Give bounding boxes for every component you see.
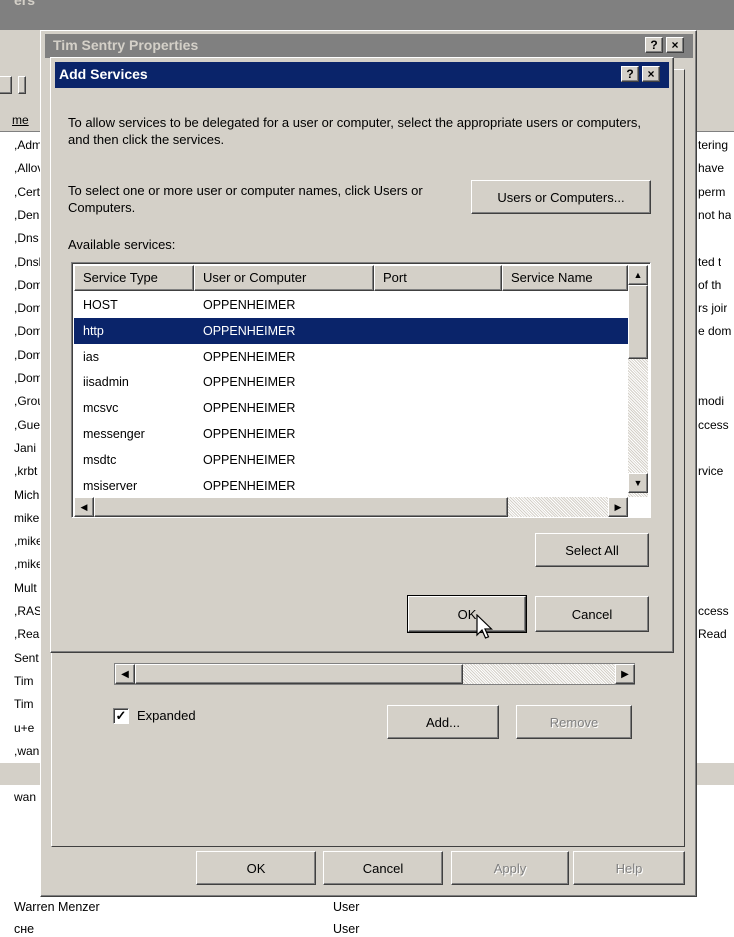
services-listview[interactable]: Service Type User or Computer Port Service … bbox=[71, 262, 651, 518]
add-services-help-button[interactable]: ? bbox=[621, 66, 639, 82]
vscroll-down-button[interactable]: ▼ bbox=[628, 473, 648, 493]
select-all-button[interactable]: Select All bbox=[535, 533, 649, 567]
available-services-label: Available services: bbox=[68, 237, 176, 252]
scroll-track[interactable] bbox=[463, 664, 615, 684]
background-description-cell: ccess bbox=[698, 417, 729, 432]
toolbar-export-icon[interactable] bbox=[18, 76, 26, 94]
background-description-cell: rvice bbox=[698, 464, 724, 479]
service-cell-type: ias bbox=[83, 349, 99, 364]
service-cell-computer: OPPENHEIMER bbox=[203, 349, 296, 364]
background-description-column: tering have perm not ha ted t of th rs joir e d… bbox=[698, 134, 734, 734]
users-or-computers-button[interactable]: Users or Computers... bbox=[471, 180, 651, 214]
properties-ok-button[interactable]: OK bbox=[196, 851, 316, 885]
service-cell-computer: OPPENHEIMER bbox=[203, 323, 296, 338]
vscroll-up-button[interactable]: ▲ bbox=[628, 265, 648, 285]
background-description-cell: ccess bbox=[698, 604, 729, 618]
background-bottom-row-type: User bbox=[333, 900, 360, 914]
services-column-header[interactable]: User or Computer bbox=[194, 265, 374, 291]
properties-close-button[interactable]: × bbox=[666, 37, 684, 53]
service-row[interactable]: HOST OPPENHEIMER bbox=[74, 292, 628, 318]
service-cell-computer: OPPENHEIMER bbox=[203, 478, 296, 493]
service-row[interactable]: messenger OPPENHEIMER bbox=[74, 421, 628, 447]
hscroll-left-button[interactable]: ◀ bbox=[74, 497, 94, 517]
properties-title: Tim Sentry Properties bbox=[53, 37, 199, 53]
service-cell-type: msdtc bbox=[83, 452, 117, 467]
service-row[interactable]: ias OPPENHEIMER bbox=[74, 344, 628, 370]
service-cell-computer: OPPENHEIMER bbox=[203, 401, 296, 416]
column-name-header[interactable]: me bbox=[12, 113, 29, 127]
expanded-label: Expanded bbox=[137, 708, 196, 723]
add-services-close-button[interactable]: × bbox=[642, 66, 660, 82]
select-text: To select one or more user or computer n… bbox=[68, 183, 423, 215]
background-description-cell: not ha bbox=[698, 207, 732, 222]
properties-help-footer-button[interactable]: Help bbox=[573, 851, 685, 885]
service-cell-computer: OPPENHEIMER bbox=[203, 375, 296, 390]
background-titlebar: ers bbox=[0, 0, 734, 30]
services-rows: HOST OPPENHEIMER http OPPENHEIMER ias OPPENHE… bbox=[74, 292, 628, 500]
intro-text: To allow services to be delegated for a … bbox=[68, 115, 642, 147]
services-hscrollbar[interactable]: ◀ ▶ bbox=[74, 497, 628, 517]
service-cell-type: iisadmin bbox=[83, 375, 129, 390]
service-row[interactable]: http OPPENHEIMER bbox=[74, 317, 628, 344]
service-cell-computer: OPPENHEIMER bbox=[203, 452, 296, 467]
background-title: ers bbox=[14, 0, 36, 8]
service-cell-computer: OPPENHEIMER bbox=[203, 298, 296, 312]
add-services-dialog: Add Services ? × To allow services to be… bbox=[50, 57, 674, 653]
services-column-header[interactable]: Port bbox=[374, 265, 502, 291]
background-description-cell: have bbox=[698, 161, 725, 176]
service-row[interactable]: mcsvc OPPENHEIMER bbox=[74, 395, 628, 421]
scroll-thumb[interactable] bbox=[135, 664, 463, 684]
add-services-title: Add Services bbox=[59, 66, 148, 82]
service-cell-type: msiserver bbox=[83, 478, 138, 493]
background-description-cell: tering bbox=[698, 138, 729, 152]
properties-titlebar: Tim Sentry Properties ? × bbox=[45, 34, 693, 58]
add-services-cancel-button[interactable]: Cancel bbox=[535, 596, 649, 632]
add-button[interactable]: Add... bbox=[387, 705, 499, 739]
properties-apply-button[interactable]: Apply bbox=[451, 851, 569, 885]
background-description-cell: e dom bbox=[698, 324, 732, 339]
scroll-left-button[interactable]: ◀ bbox=[115, 664, 135, 684]
vscroll-thumb[interactable] bbox=[628, 285, 648, 359]
service-row[interactable]: msdtc OPPENHEIMER bbox=[74, 447, 628, 473]
hscroll-right-button[interactable]: ▶ bbox=[608, 497, 628, 517]
scroll-right-button[interactable]: ▶ bbox=[615, 664, 635, 684]
service-cell-type: messenger bbox=[83, 427, 145, 441]
mouse-cursor-icon bbox=[476, 614, 493, 639]
background-bottom-row-name[interactable]: Warren Menzer bbox=[14, 900, 100, 914]
hscroll-track[interactable] bbox=[508, 497, 608, 517]
service-cell-type: http bbox=[83, 323, 104, 338]
remove-button[interactable]: Remove bbox=[516, 705, 632, 739]
hscroll-thumb[interactable] bbox=[94, 497, 508, 517]
background-description-cell: Read bbox=[698, 627, 727, 642]
background-description-cell: rs joir bbox=[698, 301, 728, 316]
properties-cancel-button[interactable]: Cancel bbox=[323, 851, 443, 885]
service-row[interactable]: iisadmin OPPENHEIMER bbox=[74, 369, 628, 395]
background-description-cell: ted t bbox=[698, 254, 722, 269]
service-cell-type: mcsvc bbox=[83, 401, 119, 416]
background-bottom-row-name[interactable]: сне bbox=[14, 922, 34, 936]
background-bottom-row-type: User bbox=[333, 922, 360, 936]
services-column-header[interactable]: Service Type bbox=[74, 265, 194, 291]
service-row[interactable]: msiserver OPPENHEIMER bbox=[74, 473, 628, 499]
service-cell-type: HOST bbox=[83, 298, 118, 312]
add-services-ok-button[interactable]: OK bbox=[407, 595, 527, 633]
background-description-cell: modi bbox=[698, 394, 725, 409]
service-cell-computer: OPPENHEIMER bbox=[203, 427, 296, 441]
services-header: Service Type User or Computer Port Service … bbox=[74, 265, 628, 291]
background-description-cell: perm bbox=[698, 184, 726, 199]
toolbar-refresh-icon[interactable] bbox=[0, 76, 12, 94]
services-vscrollbar[interactable]: ▲ ▼ bbox=[628, 265, 648, 497]
properties-hscrollbar[interactable]: ◀ ▶ bbox=[114, 663, 635, 685]
add-services-titlebar: Add Services ? × bbox=[55, 62, 669, 88]
properties-help-button[interactable]: ? bbox=[645, 37, 663, 53]
background-description-cell: of th bbox=[698, 277, 722, 292]
expanded-checkbox[interactable]: ✓ bbox=[113, 708, 129, 724]
services-column-header[interactable]: Service Name bbox=[502, 265, 628, 291]
